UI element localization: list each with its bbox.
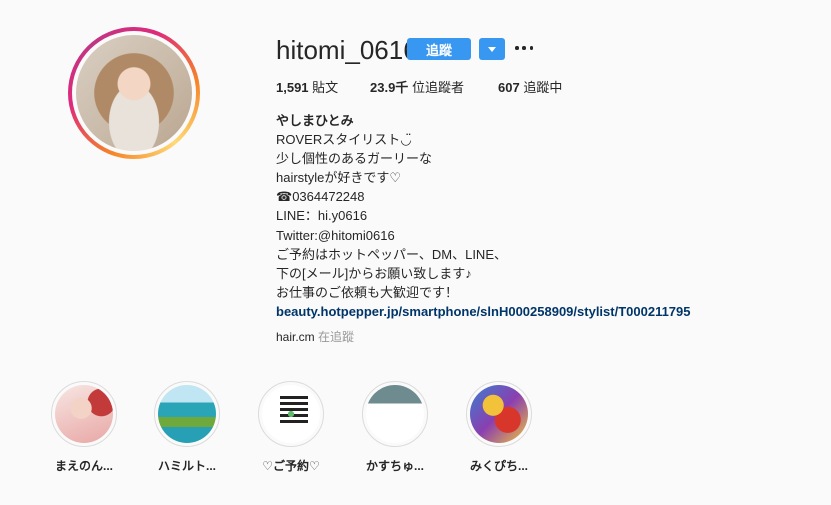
bio-full-name: やしまひとみ — [276, 113, 354, 128]
bio-line: hairstyleが好きです♡ — [276, 170, 402, 186]
more-options-button[interactable] — [515, 40, 533, 56]
avatar-inner — [72, 31, 196, 155]
bio-line: 下の[メール]からお願い致します♪ — [276, 265, 472, 281]
dot-icon — [515, 46, 519, 50]
highlight-cover — [262, 385, 320, 443]
dot-icon — [522, 46, 526, 50]
bio-external-link[interactable]: beauty.hotpepper.jp/smartphone/slnH00025… — [276, 302, 691, 321]
highlight-ring — [466, 381, 532, 447]
followed-by: hair.cm 在追蹤 — [276, 330, 354, 344]
following-count: 607 — [498, 80, 520, 95]
story-highlight[interactable]: かすちゅ... — [360, 381, 430, 474]
followers-label: 位追蹤者 — [411, 80, 464, 95]
bio-line: お仕事のご依頼も大歓迎です！ — [276, 284, 459, 300]
highlight-label: まえのん... — [54, 459, 113, 473]
story-highlight[interactable]: みくぴち... — [464, 381, 534, 474]
highlight-cover — [55, 385, 113, 443]
highlight-cover — [366, 385, 424, 443]
followed-by-account[interactable]: hair.cm — [276, 330, 315, 344]
highlight-label: かすちゅ... — [365, 459, 424, 473]
highlight-label: みくぴち... — [469, 459, 528, 473]
highlight-cover — [470, 385, 528, 443]
bio-line: LINE：hi.y0616 — [276, 208, 368, 224]
stat-following[interactable]: 607 追蹤中 — [498, 80, 562, 96]
profile-bio: やしまひとみ ROVERスタイリスト◡̈ 少し個性のあるガーリーな hairst… — [276, 111, 691, 321]
following-label: 追蹤中 — [523, 80, 563, 95]
avatar — [76, 35, 192, 151]
bio-line: 少し個性のあるガーリーな — [276, 151, 433, 167]
bio-line: ROVERスタイリスト◡̈ — [276, 132, 412, 148]
highlight-ring — [258, 381, 324, 447]
highlight-ring — [362, 381, 428, 447]
dot-icon — [529, 46, 533, 50]
followers-count: 23.9千 — [370, 80, 409, 95]
chevron-down-icon — [488, 46, 496, 52]
bio-line: Twitter:@hitomi0616 — [276, 227, 395, 243]
highlight-label: ハミルト... — [157, 459, 216, 473]
highlight-label: ♡ご予約♡ — [262, 459, 320, 473]
story-highlight[interactable]: ハミルト... — [152, 381, 222, 474]
followed-by-label: 在追蹤 — [318, 330, 355, 344]
suggested-accounts-button[interactable] — [479, 38, 505, 60]
profile-username: hitomi_0616 — [276, 35, 418, 65]
stat-posts: 1,591 貼文 — [276, 80, 338, 96]
highlight-ring — [51, 381, 117, 447]
posts-label: 貼文 — [312, 80, 339, 95]
posts-count: 1,591 — [276, 80, 309, 95]
bio-line: ご予約はホットペッパー、DM、LINE、 — [276, 246, 507, 262]
highlight-ring — [154, 381, 220, 447]
follow-button[interactable]: 追蹤 — [407, 38, 471, 60]
bio-line: ☎0364472248 — [276, 189, 365, 205]
highlight-cover — [158, 385, 216, 443]
story-highlight[interactable]: ♡ご予約♡ — [256, 381, 326, 474]
stat-followers[interactable]: 23.9千 位追蹤者 — [370, 80, 464, 96]
story-highlight[interactable]: まえのん... — [49, 381, 119, 474]
profile-avatar-ring[interactable] — [68, 27, 200, 159]
